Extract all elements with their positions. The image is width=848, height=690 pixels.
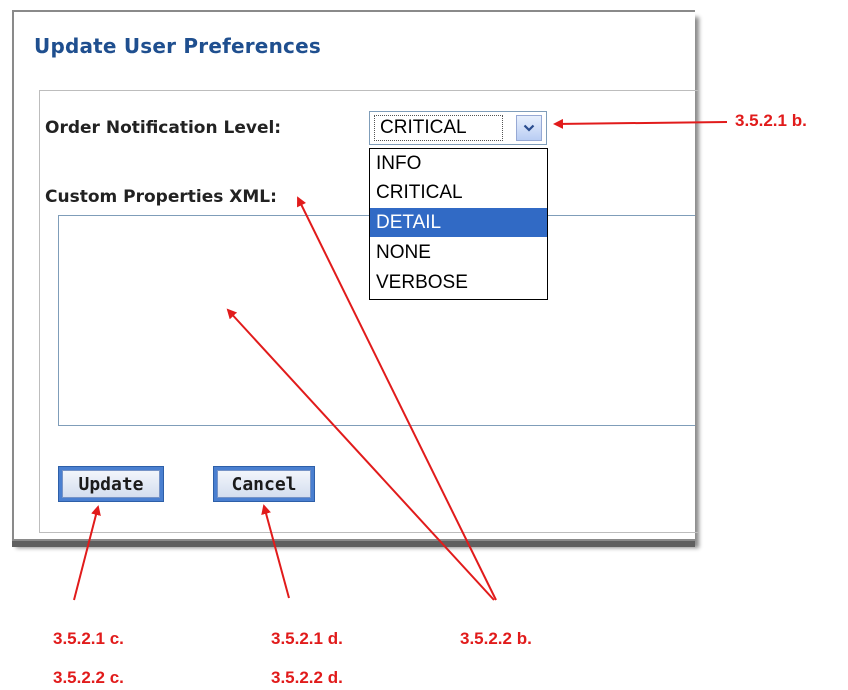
option-none[interactable]: NONE xyxy=(370,238,547,267)
annotation-update-ref-1: 3.5.2.1 c. xyxy=(53,629,124,648)
annotation-select-ref: 3.5.2.1 b. xyxy=(735,111,807,130)
option-info[interactable]: INFO xyxy=(370,149,547,178)
option-verbose[interactable]: VERBOSE xyxy=(370,268,547,297)
annotation-cancel-ref-1: 3.5.2.1 d. xyxy=(271,629,343,648)
cancel-callout-arrow xyxy=(261,504,290,599)
annotation-cancel-ref-2: 3.5.2.2 d. xyxy=(271,668,343,687)
update-callout-arrow xyxy=(73,505,101,601)
annotation-update-ref-2: 3.5.2.2 c. xyxy=(53,668,124,687)
annotation-xml-ref: 3.5.2.2 b. xyxy=(460,629,532,648)
notification-level-options-list[interactable]: INFO CRITICAL DETAIL NONE VERBOSE xyxy=(369,148,548,300)
xml-textarea-callout-arrow xyxy=(226,308,495,601)
option-critical[interactable]: CRITICAL xyxy=(370,178,547,207)
select-callout-arrow xyxy=(553,118,728,129)
option-detail[interactable]: DETAIL xyxy=(370,208,547,237)
annotation-arrows xyxy=(73,118,728,601)
